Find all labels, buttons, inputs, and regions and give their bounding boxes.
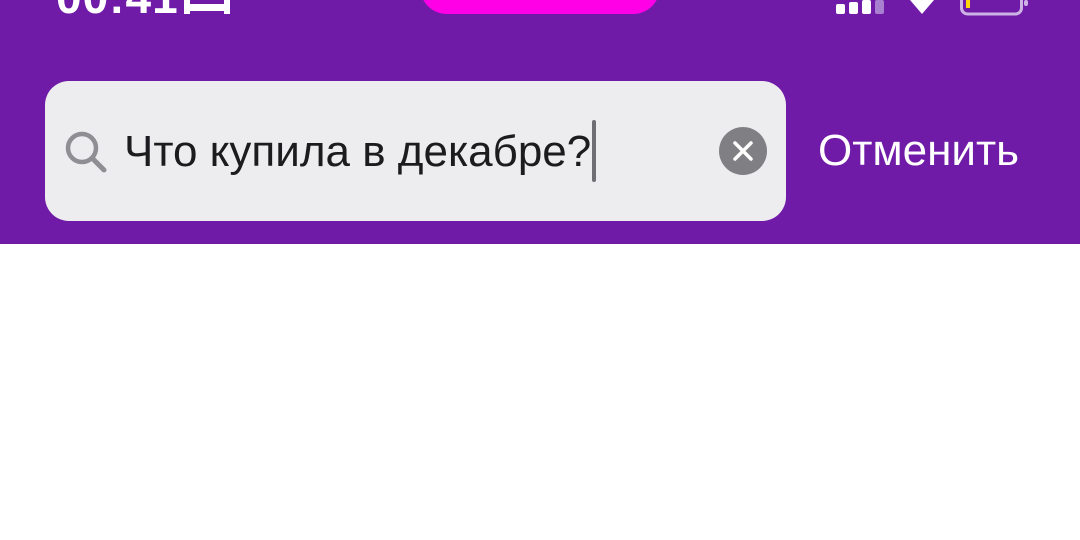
status-time: 00:41 bbox=[56, 0, 179, 16]
search-icon bbox=[65, 131, 107, 173]
wifi-icon bbox=[910, 0, 934, 14]
search-results-area bbox=[0, 244, 1080, 540]
dynamic-island bbox=[420, 0, 660, 14]
cancel-button[interactable]: Отменить bbox=[818, 122, 1019, 180]
search-header: 00:41 bbox=[0, 0, 1080, 244]
app-screen: 00:41 bbox=[0, 0, 1080, 540]
clear-icon bbox=[733, 141, 753, 161]
text-caret bbox=[592, 120, 597, 183]
clear-search-button[interactable] bbox=[719, 127, 767, 175]
search-field[interactable]: Что купила в декабре? bbox=[45, 81, 786, 221]
bed-icon bbox=[184, 0, 230, 14]
search-input[interactable]: Что купила в декабре? bbox=[124, 120, 597, 183]
battery-icon bbox=[960, 0, 1028, 16]
status-bar: 00:41 bbox=[0, 0, 1080, 16]
cellular-signal-icon bbox=[836, 0, 884, 14]
search-input-value: Что купила в декабре? bbox=[124, 127, 592, 176]
